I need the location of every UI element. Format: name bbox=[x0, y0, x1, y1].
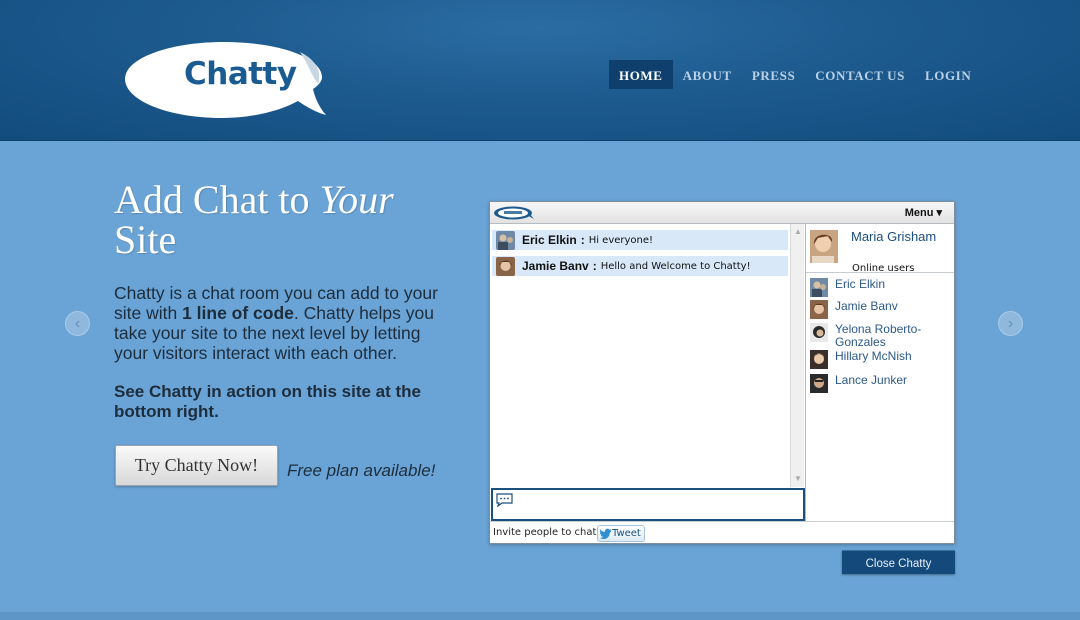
main-nav: HOME ABOUT PRESS CONTACT US LOGIN bbox=[609, 60, 981, 89]
nav-press[interactable]: PRESS bbox=[742, 60, 805, 89]
carousel-prev-button[interactable]: ‹ bbox=[65, 311, 90, 336]
avatar bbox=[496, 257, 515, 276]
scroll-up-icon[interactable]: ▲ bbox=[792, 226, 804, 238]
speech-bubble-icon bbox=[496, 493, 513, 507]
avatar bbox=[810, 278, 828, 297]
avatar bbox=[496, 231, 515, 250]
online-user[interactable]: Yelona Roberto-Gonzales bbox=[810, 323, 945, 348]
online-user[interactable]: Lance Junker bbox=[810, 374, 945, 393]
online-user-name: Eric Elkin bbox=[835, 277, 886, 291]
hero-title-part2: Site bbox=[114, 217, 177, 262]
chat-titlebar: Menu ▾ bbox=[490, 202, 954, 224]
message-text: Hello and Welcome to Chatty! bbox=[600, 260, 751, 272]
online-user[interactable]: Hillary McNish bbox=[810, 350, 945, 369]
nav-about[interactable]: ABOUT bbox=[673, 60, 742, 89]
message-scrollbar[interactable]: ▲ ▼ bbox=[790, 224, 804, 487]
chatty-logo[interactable]: Chatty bbox=[122, 40, 327, 122]
nav-home[interactable]: HOME bbox=[609, 60, 673, 89]
hero-title: Add Chat to Your Site bbox=[114, 180, 474, 260]
message-author: Eric Elkin bbox=[522, 233, 577, 247]
tweet-label: Tweet bbox=[612, 528, 641, 539]
hero-title-part1: Add Chat to bbox=[114, 177, 320, 222]
avatar bbox=[810, 300, 828, 319]
footer-strip bbox=[0, 612, 1080, 620]
chat-message-input[interactable] bbox=[491, 488, 805, 521]
current-user-name: Maria Grisham bbox=[851, 229, 937, 244]
message-separator: : bbox=[592, 259, 597, 273]
message-row: Jamie Banv : Hello and Welcome to Chatty… bbox=[492, 256, 788, 276]
hero-description: Chatty is a chat room you can add to you… bbox=[114, 283, 459, 363]
tweet-button[interactable]: Tweet bbox=[597, 525, 645, 542]
close-chatty-button[interactable]: Close Chatty bbox=[842, 550, 955, 574]
logo-text: Chatty bbox=[184, 56, 297, 92]
chevron-left-icon: ‹ bbox=[74, 314, 81, 332]
avatar bbox=[810, 350, 828, 369]
scroll-down-icon[interactable]: ▼ bbox=[792, 473, 804, 485]
message-list: Eric Elkin : Hi everyone! Jamie Banv : H… bbox=[490, 224, 790, 487]
nav-contact-us[interactable]: CONTACT US bbox=[805, 60, 915, 89]
avatar bbox=[810, 230, 838, 263]
site-header: Chatty HOME ABOUT PRESS CONTACT US LOGIN bbox=[0, 0, 1080, 141]
online-users-divider bbox=[806, 272, 954, 273]
message-row: Eric Elkin : Hi everyone! bbox=[492, 230, 788, 250]
message-text: Hi everyone! bbox=[588, 234, 654, 246]
free-plan-text: Free plan available! bbox=[287, 461, 436, 480]
carousel-next-button[interactable]: › bbox=[998, 311, 1023, 336]
online-user[interactable]: Eric Elkin bbox=[810, 278, 945, 297]
avatar bbox=[810, 374, 828, 393]
online-user-name: Hillary McNish bbox=[835, 349, 912, 363]
chat-menu-button[interactable]: Menu ▾ bbox=[905, 206, 942, 219]
online-user[interactable]: Jamie Banv bbox=[810, 300, 945, 319]
invite-label: Invite people to chat: bbox=[493, 527, 600, 538]
online-user-name: Yelona Roberto-Gonzales bbox=[835, 322, 922, 349]
hero-cta-text: See Chatty in action on this site at the… bbox=[114, 382, 421, 421]
hero-title-italic: Your bbox=[319, 177, 394, 222]
twitter-bird-icon bbox=[600, 528, 612, 539]
online-user-name: Jamie Banv bbox=[835, 299, 898, 313]
nav-login[interactable]: LOGIN bbox=[915, 60, 981, 89]
chatty-mini-logo-icon bbox=[494, 206, 534, 220]
online-user-name: Lance Junker bbox=[835, 373, 908, 387]
chat-footer: Invite people to chat: Tweet bbox=[490, 521, 954, 543]
try-chatty-button[interactable]: Try Chatty Now! bbox=[115, 445, 278, 486]
chat-widget: Menu ▾ Eric Elkin : Hi everyone! Jamie B… bbox=[489, 201, 955, 544]
chevron-right-icon: › bbox=[1007, 314, 1014, 332]
panel-divider bbox=[805, 224, 806, 522]
message-separator: : bbox=[580, 233, 585, 247]
hero-desc-bold: 1 line of code bbox=[182, 303, 294, 323]
message-author: Jamie Banv bbox=[522, 259, 589, 273]
avatar bbox=[810, 323, 828, 342]
